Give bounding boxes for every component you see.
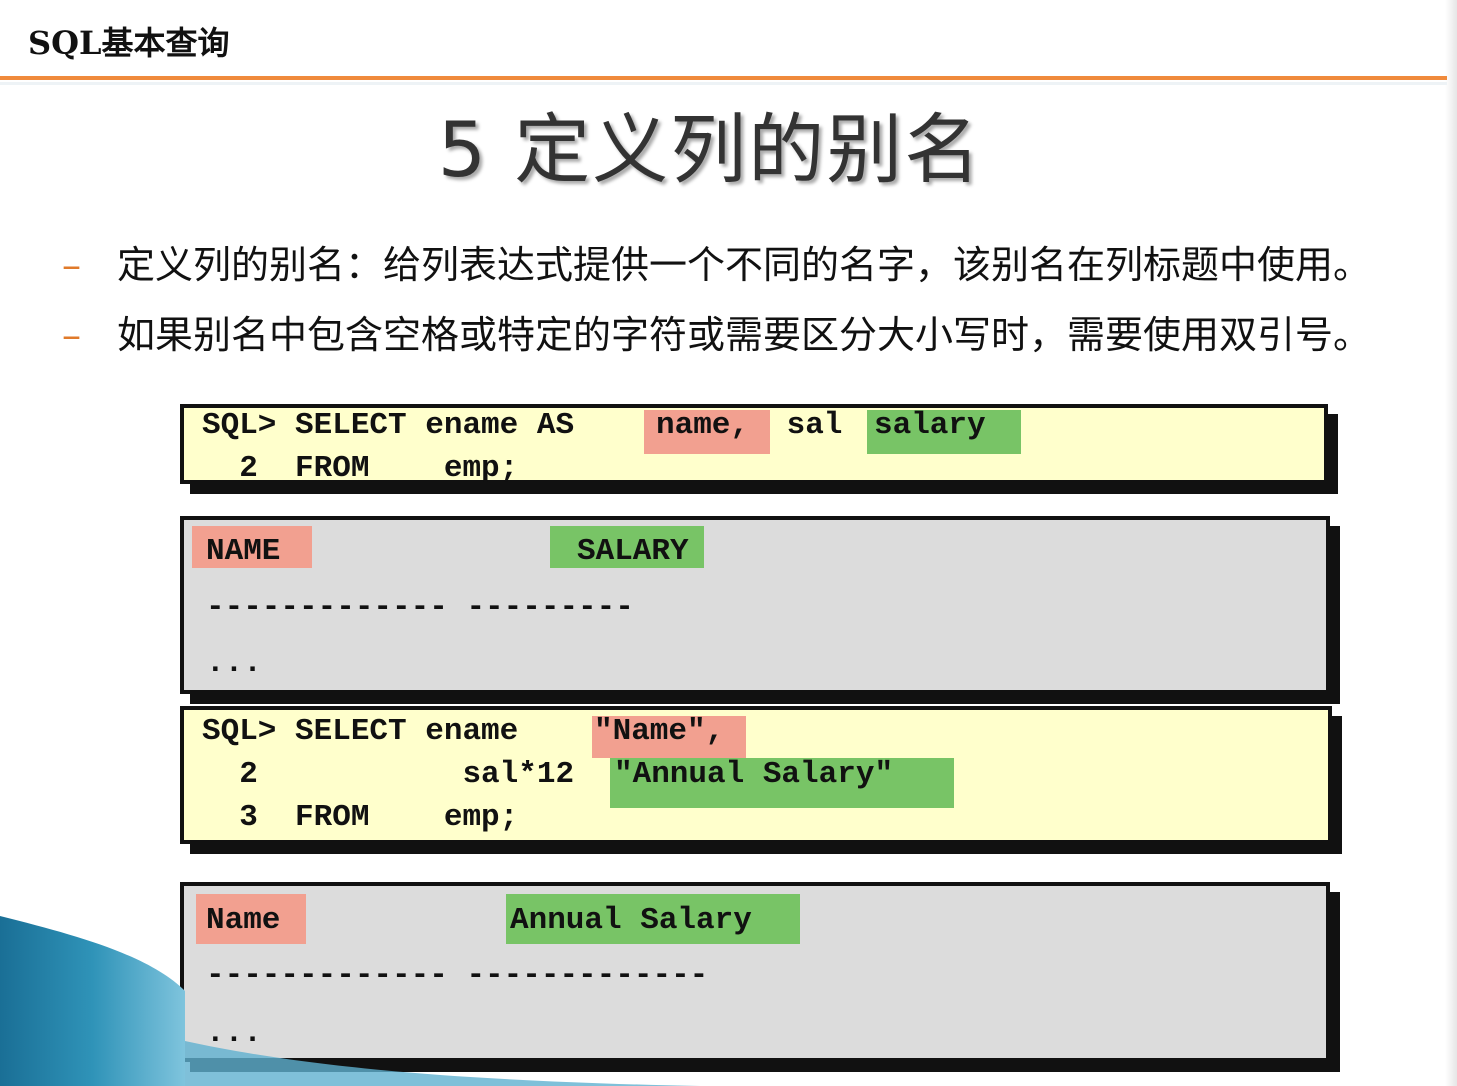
- bullet-dash-icon: –: [62, 313, 81, 357]
- header-title: SQL基本查询: [28, 24, 230, 62]
- query2-line1-prefix: SQL> SELECT ename: [202, 714, 537, 749]
- decorative-swoosh: [0, 916, 700, 1086]
- header-rule: [0, 76, 1447, 80]
- result1-col-name: NAME: [206, 534, 281, 569]
- slide-title: 5 定义列的别名: [437, 105, 983, 194]
- result1-divider: ------------- ---------: [206, 590, 634, 625]
- bullet-dash-icon: –: [62, 243, 81, 287]
- sql-query-box-2: SQL> SELECT ename "Name", 2 sal*12 "Annu…: [180, 706, 1332, 844]
- bullet-item: – 如果别名中包含空格或特定的字符或需要区分大小写时，需要使用双引号。: [62, 304, 1371, 359]
- result-box-1: NAME SALARY ------------- --------- ...: [180, 516, 1330, 694]
- bullet-text: 如果别名中包含空格或特定的字符或需要区分大小写时，需要使用双引号。: [117, 313, 1372, 357]
- bullet-item: – 定义列的别名：给列表达式提供一个不同的名字，该别名在列标题中使用。: [62, 234, 1371, 289]
- query1-alias-salary: salary: [874, 408, 986, 443]
- query1-alias-name: name,: [656, 408, 750, 443]
- query1-line1-prefix: SQL> SELECT ename AS: [202, 408, 593, 443]
- slide-right-edge: [1445, 0, 1457, 1086]
- query1-line2: 2 FROM emp;: [202, 451, 519, 486]
- query2-line3: 3 FROM emp;: [202, 800, 519, 835]
- query2-alias-annual-salary: "Annual Salary": [614, 757, 894, 792]
- query2-line2-prefix: 2 sal*12: [202, 757, 593, 792]
- header-rule-shadow: [0, 82, 1447, 85]
- sql-query-box-1: SQL> SELECT ename AS name, sal salary 2 …: [180, 404, 1328, 486]
- query1-line1-mid: sal: [768, 408, 862, 443]
- result1-ellipsis: ...: [206, 646, 262, 681]
- bullet-text: 定义列的别名：给列表达式提供一个不同的名字，该别名在列标题中使用。: [117, 243, 1372, 287]
- result1-col-salary: SALARY: [577, 534, 689, 569]
- query2-alias-name: "Name",: [594, 714, 725, 749]
